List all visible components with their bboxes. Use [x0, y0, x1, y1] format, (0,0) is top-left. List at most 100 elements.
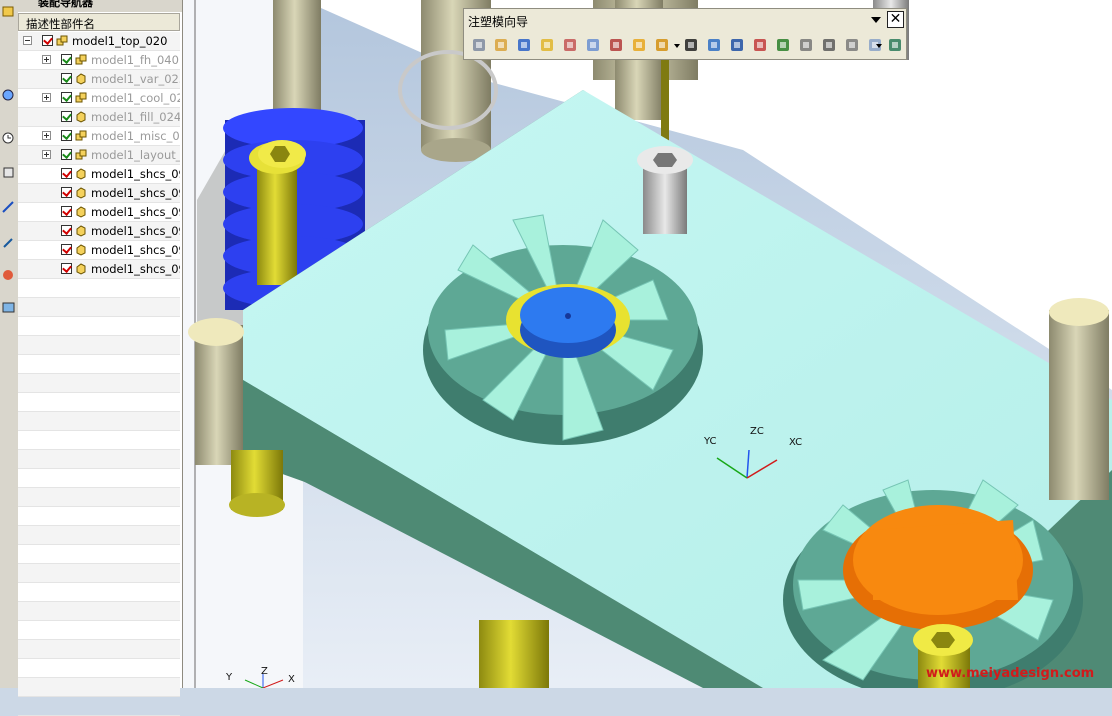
mini-csys-x-label: X [288, 674, 295, 685]
visibility-checkbox[interactable] [61, 187, 72, 198]
tree-node[interactable]: model1_cool_02 [18, 89, 180, 108]
expand-icon[interactable] [42, 150, 51, 159]
tree-node[interactable]: model1_shcs_09 [18, 241, 180, 260]
toolbar-title: 注塑模向导 [468, 15, 529, 29]
mold-base-icon[interactable] [653, 36, 671, 54]
workpiece-icon[interactable] [538, 36, 556, 54]
tree-node[interactable]: model1_shcs_09 [18, 203, 180, 222]
tree-node[interactable]: model1_fh_040 [18, 51, 180, 70]
tree-node-label: model1_fh_040 [91, 53, 179, 67]
component-icon [76, 168, 86, 180]
view-manager-icon[interactable] [886, 36, 904, 54]
standard-parts-icon[interactable] [682, 36, 700, 54]
roles-icon[interactable] [1, 300, 16, 315]
tree-node-label: model1_layout_ [91, 148, 180, 162]
empty-row [18, 545, 180, 564]
tree-node[interactable]: model1_shcs_09 [18, 222, 180, 241]
assembly-navigator-icon[interactable] [1, 4, 16, 19]
toolbar-close-button[interactable]: ✕ [887, 11, 904, 28]
visibility-checkbox[interactable] [61, 111, 72, 122]
empty-row [18, 374, 180, 393]
collapse-icon[interactable] [23, 36, 32, 45]
empty-row [18, 621, 180, 640]
ejector-trim-icon[interactable] [728, 36, 746, 54]
visibility-checkbox[interactable] [61, 206, 72, 217]
empty-row [18, 412, 180, 431]
visibility-checkbox[interactable] [61, 149, 72, 160]
tool-icon[interactable] [1, 200, 16, 215]
gate-icon[interactable] [797, 36, 815, 54]
assembly-navigator: 装配导航器 描述性部件名 model1_top_020 model1_fh_040… [18, 0, 183, 716]
empty-row [18, 583, 180, 602]
empty-row [18, 659, 180, 678]
mold-wizard-toolbar[interactable]: 注塑模向导 ✕ [463, 8, 907, 60]
tree-node[interactable]: model1_layout_ [18, 146, 180, 165]
empty-row [18, 564, 180, 583]
empty-row [18, 697, 180, 716]
visibility-checkbox[interactable] [61, 92, 72, 103]
tree-node[interactable]: model1_var_023 [18, 70, 180, 89]
assembly-icon [75, 130, 87, 141]
graphics-viewport[interactable]: YC ZC XC Y Z X [183, 0, 1112, 688]
tree-node-label: model1_misc_02 [91, 129, 180, 143]
family-mold-icon[interactable] [584, 36, 602, 54]
slider-lifter-icon[interactable] [751, 36, 769, 54]
toolbar-options-dropdown-icon[interactable] [868, 13, 884, 27]
assembly-icon [75, 149, 87, 160]
empty-row [18, 469, 180, 488]
assembly-icon [75, 54, 87, 65]
component-icon [76, 225, 86, 237]
parting-icon[interactable] [630, 36, 648, 54]
tree-node[interactable]: model1_shcs_09 [18, 184, 180, 203]
tree-node-label: model1_shcs_09 [91, 167, 180, 181]
visibility-checkbox[interactable] [42, 35, 53, 46]
visibility-checkbox[interactable] [61, 244, 72, 255]
visibility-checkbox[interactable] [61, 54, 72, 65]
empty-row [18, 393, 180, 412]
dropdown-arrow-icon[interactable] [673, 36, 681, 54]
visibility-checkbox[interactable] [61, 73, 72, 84]
cooling-icon[interactable] [843, 36, 861, 54]
watermark: www.meiyadesign.com [926, 666, 1095, 681]
clock-icon[interactable] [1, 131, 16, 146]
ejector-pin-icon[interactable] [705, 36, 723, 54]
component-icon [76, 206, 86, 218]
empty-row [18, 279, 180, 298]
navigator-title: 装配导航器 [18, 0, 182, 12]
visibility-checkbox[interactable] [61, 263, 72, 274]
toolbar-icon-row [468, 36, 904, 54]
visibility-checkbox[interactable] [61, 130, 72, 141]
tree-node[interactable]: model1_shcs_09 [18, 260, 180, 279]
column-header-description[interactable]: 描述性部件名 [18, 13, 180, 31]
visibility-checkbox[interactable] [61, 168, 72, 179]
component-icon [76, 111, 86, 123]
history-icon[interactable] [1, 88, 16, 103]
cavity-layout-icon[interactable] [561, 36, 579, 54]
tree-node[interactable]: model1_misc_02 [18, 127, 180, 146]
sub-insert-icon[interactable] [774, 36, 792, 54]
csys-yc-label: YC [704, 436, 717, 447]
assembly-icon [56, 35, 68, 46]
empty-row [18, 602, 180, 621]
runner-icon[interactable] [820, 36, 838, 54]
resource-bar [0, 0, 19, 688]
palette-icon[interactable] [1, 268, 16, 283]
empty-row [18, 431, 180, 450]
list-icon[interactable] [1, 165, 16, 180]
empty-row [18, 640, 180, 659]
expand-icon[interactable] [42, 93, 51, 102]
expand-icon[interactable] [42, 55, 51, 64]
mold-csys-icon[interactable] [492, 36, 510, 54]
assembly-icon [75, 92, 87, 103]
mini-csys-y-label: Y [226, 672, 233, 683]
visibility-checkbox[interactable] [61, 225, 72, 236]
shrinkage-icon[interactable] [515, 36, 533, 54]
dropdown-arrow-icon[interactable] [875, 36, 883, 54]
tree-node[interactable]: model1_fill_024 [18, 108, 180, 127]
wrench-icon[interactable] [1, 235, 16, 250]
tree-node[interactable]: model1_shcs_09 [18, 165, 180, 184]
expand-icon[interactable] [42, 131, 51, 140]
tree-node[interactable]: model1_top_020 [18, 32, 180, 51]
mold-tools-icon[interactable] [607, 36, 625, 54]
part-initialize-icon[interactable] [470, 36, 488, 54]
